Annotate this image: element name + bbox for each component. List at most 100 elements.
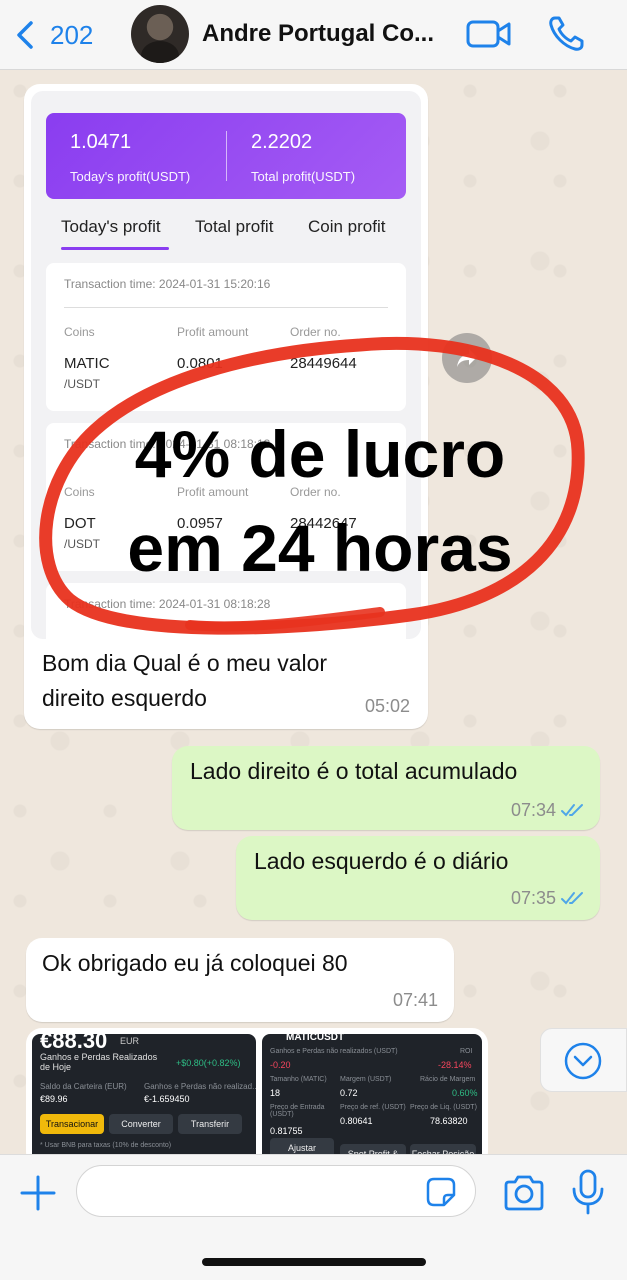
video-camera-icon [466,20,511,48]
camera-button[interactable] [502,1173,546,1213]
column-header-order: Order no. [290,325,341,339]
margin-ratio-value: 0.60% [452,1088,478,1098]
profit-tabs: Today's profit Total profit Coin profit [31,217,421,251]
column-header-profit: Profit amount [177,325,249,339]
voice-call-button[interactable] [546,14,586,54]
column-header-coins: Coins [64,325,95,339]
phone-icon [549,16,584,51]
column-header-coins: Coins [64,485,95,499]
contact-name[interactable]: Andre Portugal Co... [202,20,452,48]
chevron-down-circle-icon [564,1042,602,1080]
incoming-image-pair[interactable]: €88.30 EUR Ganhos e Perdas Realizados de… [26,1028,488,1168]
entry-price-value: 0.81755 [270,1126,303,1136]
unrealized-value: -0.20 [270,1060,291,1070]
message-text: Lado esquerdo é o diário [254,848,509,874]
unrealized-label: Ganhos e Perdas não realizados (USDT) [270,1048,398,1055]
profit-screenshot[interactable]: 1.0471 Today's profit(USDT) 2.2202 Total… [31,91,421,639]
chevron-left-icon [17,21,33,49]
tab-todays-profit: Today's profit [61,217,161,236]
margin-value: 0.72 [340,1088,358,1098]
scroll-to-bottom-button[interactable] [540,1028,627,1092]
unrealized-label: Ganhos e Perdas não realizad... [144,1082,256,1091]
trade-button: Transacionar [40,1114,104,1134]
message-time: 07:41 [392,990,438,1010]
size-label: Tamanho (MATIC) [270,1076,327,1083]
camera-icon [504,1175,544,1211]
position-screenshot[interactable]: MATICUSDT Ganhos e Perdas não realizados… [262,1034,482,1168]
symbol-label: MATICUSDT [286,1034,345,1043]
active-tab-indicator [61,247,169,250]
coin-pair: /USDT [64,537,100,551]
divider [226,131,227,181]
sticker-button[interactable] [424,1175,458,1209]
roi-value: -28.14% [438,1060,472,1070]
profit-amount: 0.0801 [177,355,223,372]
margin-ratio-label: Rácio de Margem [420,1076,476,1083]
attach-button[interactable] [18,1173,58,1213]
profit-summary-card: 1.0471 Today's profit(USDT) 2.2202 Total… [46,113,406,199]
realized-pnl-title: Ganhos e Perdas Realizados de Hoje [40,1052,158,1072]
order-number: 28449644 [290,355,357,372]
message-text: Ok obrigado eu já coloquei 80 [42,950,348,976]
today-profit-label: Today's profit(USDT) [70,169,191,184]
plus-icon [20,1175,56,1211]
liq-price-label: Preço de Liq. (USDT) [410,1104,477,1111]
column-header-profit: Profit amount [177,485,249,499]
message-input[interactable] [76,1165,476,1217]
unread-count: 202 [50,20,94,50]
contact-avatar[interactable] [131,5,189,63]
transaction-time: Transaction time: 2024-01-31 15:20:16 [64,277,271,291]
total-profit-value: 2.2202 [251,131,313,153]
message-text: Bom dia Qual é o meu valor direito esque… [42,650,328,711]
convert-button: Converter [109,1114,173,1134]
microphone-icon [572,1169,604,1215]
realized-pnl-value: +$0.80(+0.82%) [176,1058,241,1068]
back-button[interactable]: 202 [10,16,110,52]
size-value: 18 [270,1088,281,1098]
coin-name: MATIC [64,355,110,372]
wallet-screenshot[interactable]: €88.30 EUR Ganhos e Perdas Realizados de… [32,1034,256,1168]
wallet-label: Saldo da Carteira (EUR) [40,1082,127,1091]
incoming-message[interactable]: Ok obrigado eu já coloquei 80 07:41 [26,938,454,1022]
unrealized-value: €-1.659450 [144,1094,190,1104]
transaction-time: Transaction time: 2024-01-31 08:18:13 [64,437,271,451]
double-check-icon [561,804,583,817]
ref-price-value: 0.80641 [340,1116,373,1126]
transaction-card: Transaction time: 2024-01-31 08:18:28 [46,583,406,639]
transfer-button: Transferir [178,1114,242,1134]
wallet-value: €89.96 [40,1094,68,1104]
outgoing-message[interactable]: Lado esquerdo é o diário 07:35 [236,836,600,920]
order-number: 28442647 [290,515,357,532]
double-check-icon [561,892,583,905]
coin-pair: /USDT [64,377,100,391]
entry-price-label: Preço de Entrada (USDT) [270,1104,325,1118]
message-text: Lado direito é o total acumulado [190,758,518,784]
margin-label: Margem (USDT) [340,1076,392,1083]
liq-price-value: 78.63820 [430,1116,468,1126]
forward-icon [457,349,477,367]
ref-price-label: Preço de ref. (USDT) [340,1104,406,1111]
voice-message-button[interactable] [570,1169,606,1215]
coin-name: DOT [64,515,96,532]
tab-coin-profit: Coin profit [308,217,386,236]
transaction-card: Transaction time: 2024-01-31 08:18:13 Co… [46,423,406,571]
transaction-card: Transaction time: 2024-01-31 15:20:16 Co… [46,263,406,411]
today-profit-value: 1.0471 [70,131,132,153]
roi-label: ROI [460,1048,473,1055]
fee-note: * Usar BNB para taxas (10% de desconto) [40,1142,172,1149]
transaction-time: Transaction time: 2024-01-31 08:18:28 [64,597,271,611]
currency-label: EUR [120,1036,140,1046]
sticker-icon [426,1177,456,1207]
video-call-button[interactable] [466,18,512,50]
forward-button[interactable] [442,333,492,383]
balance-value: €88.30 [40,1034,108,1053]
divider [64,307,388,308]
total-profit-label: Total profit(USDT) [251,169,356,184]
incoming-image-message[interactable]: 1.0471 Today's profit(USDT) 2.2202 Total… [24,84,428,729]
outgoing-message[interactable]: Lado direito é o total acumulado 07:34 [172,746,600,830]
profit-amount: 0.0957 [177,515,223,532]
message-time: 05:02 [364,696,410,716]
column-header-order: Order no. [290,485,341,499]
home-indicator [202,1258,426,1266]
message-time: 07:34 [510,800,556,820]
